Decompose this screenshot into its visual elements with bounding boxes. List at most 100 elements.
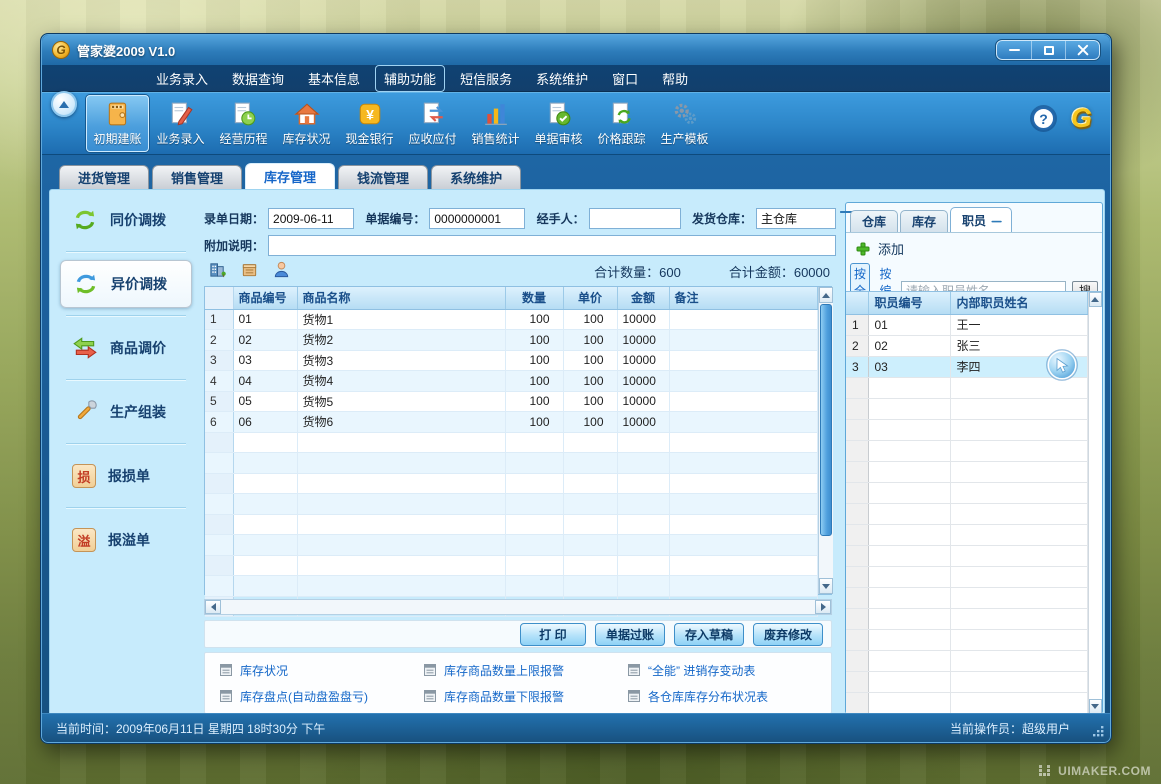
item-amount: 10000 xyxy=(617,391,669,412)
report-link[interactable]: 库存商品数量上限报警 xyxy=(423,662,627,679)
toolbar-cash-bank-button[interactable]: ¥ 现金银行 xyxy=(338,95,401,152)
scroll-down-button[interactable] xyxy=(1089,699,1103,714)
warehouse-mini-icon[interactable] xyxy=(208,260,227,279)
toolbar-receivable-payable-button[interactable]: 应收应付 xyxy=(401,95,464,152)
empty-row xyxy=(846,461,1087,482)
menu-item[interactable]: 数据查询 xyxy=(223,65,293,92)
item-row[interactable]: 6 06 货物6 100 100 10000 xyxy=(205,412,817,433)
handler-input[interactable] xyxy=(589,208,681,229)
item-row[interactable]: 5 05 货物5 100 100 10000 xyxy=(205,391,817,412)
menu-item[interactable]: 业务录入 xyxy=(147,65,217,92)
vertical-scrollbar[interactable] xyxy=(818,287,833,594)
report-link[interactable]: 库存商品数量下限报警 xyxy=(423,688,627,705)
discard-changes-button[interactable]: 废弃修改 xyxy=(753,623,823,646)
report-link[interactable]: 各仓库库存分布状况表 xyxy=(627,688,831,705)
report-link[interactable]: “全能” 进销存变动表 xyxy=(627,662,831,679)
toolbar-initial-setup-button[interactable]: 初期建账 xyxy=(86,95,149,152)
save-draft-button[interactable]: 存入草稿 xyxy=(674,623,744,646)
module-tab[interactable]: 系统维护 xyxy=(431,165,521,189)
toolbar-history-button[interactable]: 经营历程 xyxy=(212,95,275,152)
staff-mini-icon[interactable] xyxy=(272,260,291,279)
scroll-right-button[interactable] xyxy=(815,600,831,614)
sidebar-item-diff-price-transfer[interactable]: 异价调拨 xyxy=(60,260,192,308)
empty-row xyxy=(205,453,817,474)
empty-row xyxy=(846,608,1087,629)
empty-row xyxy=(205,473,817,494)
stock-box-mini-icon[interactable] xyxy=(240,260,259,279)
report-link[interactable]: 库存状况 xyxy=(219,662,423,679)
report-link[interactable]: 库存盘点(自动盘盈盘亏) xyxy=(219,688,423,705)
print-button[interactable]: 打 印 xyxy=(520,623,586,646)
module-tab[interactable]: 库存管理 xyxy=(245,163,335,189)
col-header-amount[interactable]: 金额 xyxy=(617,287,669,309)
empty-row xyxy=(846,482,1087,503)
menu-item[interactable]: 短信服务 xyxy=(451,65,521,92)
sidebar-item-reprice[interactable]: 商品调价 xyxy=(60,324,192,372)
item-qty: 100 xyxy=(505,391,563,412)
menu-item[interactable]: 帮助 xyxy=(653,65,697,92)
note-input[interactable] xyxy=(268,235,836,256)
scrollbar-thumb[interactable] xyxy=(820,304,832,536)
toolbar-button-label: 业务录入 xyxy=(156,130,204,147)
toolbar-doc-audit-button[interactable]: 单据审核 xyxy=(527,95,590,152)
maximize-button[interactable] xyxy=(1031,41,1065,59)
item-row[interactable]: 4 04 货物4 100 100 10000 xyxy=(205,371,817,392)
item-row[interactable]: 2 02 货物2 100 100 10000 xyxy=(205,330,817,351)
toolbar-button-label: 销售统计 xyxy=(471,130,519,147)
sidebar-item-same-price-transfer[interactable]: 同价调拨 xyxy=(60,196,192,244)
staff-header-row: 职员编号 内部职员姓名 xyxy=(846,292,1087,314)
toolbar-stock-status-button[interactable]: 库存状况 xyxy=(275,95,338,152)
collapse-toolbar-button[interactable] xyxy=(51,91,77,117)
item-row[interactable]: 1 01 货物1 100 100 10000 xyxy=(205,309,817,330)
doc-no-input[interactable] xyxy=(429,208,525,229)
item-note xyxy=(669,391,817,412)
close-button[interactable] xyxy=(1065,41,1099,59)
col-header-name[interactable]: 商品名称 xyxy=(297,287,505,309)
tab-label: 库存 xyxy=(912,213,936,230)
app-logo-icon: G xyxy=(52,41,70,59)
scroll-up-button[interactable] xyxy=(819,287,833,303)
help-icon[interactable]: ? xyxy=(1032,107,1055,130)
toolbar-button-label: 现金银行 xyxy=(345,130,393,147)
menu-item[interactable]: 基本信息 xyxy=(299,65,369,92)
col-header-staff-code[interactable]: 职员编号 xyxy=(868,292,950,314)
module-tab[interactable]: 销售管理 xyxy=(152,165,242,189)
toolbar-sales-stats-button[interactable]: 销售统计 xyxy=(464,95,527,152)
menu-item[interactable]: 窗口 xyxy=(603,65,647,92)
sidebar-item-assembly[interactable]: 生产组装 xyxy=(60,388,192,436)
col-header-qty[interactable]: 数量 xyxy=(505,287,563,309)
toolbar-business-entry-button[interactable]: 业务录入 xyxy=(149,95,212,152)
warehouse-input[interactable] xyxy=(756,208,836,229)
col-header-staff-name[interactable]: 内部职员姓名 xyxy=(950,292,1087,314)
resize-grip[interactable] xyxy=(1092,725,1105,738)
sidebar-item-overflow-report[interactable]: 溢 报溢单 xyxy=(60,516,192,564)
menu-item[interactable]: 系统维护 xyxy=(527,65,597,92)
date-input[interactable] xyxy=(268,208,354,229)
scroll-down-button[interactable] xyxy=(819,578,833,594)
toolbar-price-tracking-button[interactable]: 价格跟踪 xyxy=(590,95,653,152)
module-tab[interactable]: 钱流管理 xyxy=(338,165,428,189)
horizontal-scrollbar[interactable] xyxy=(204,599,832,615)
col-header-price[interactable]: 单价 xyxy=(563,287,617,309)
add-staff-button[interactable]: 添加 xyxy=(856,239,904,258)
minimize-button[interactable] xyxy=(997,41,1031,59)
staff-row[interactable]: 1 01 王一 xyxy=(846,314,1087,335)
row-number: 6 xyxy=(205,412,233,433)
empty-row xyxy=(205,555,817,576)
tab-stock[interactable]: 库存 xyxy=(900,210,948,232)
tab-staff[interactable]: 职员 xyxy=(950,207,1012,232)
item-row[interactable]: 3 03 货物3 100 100 10000 xyxy=(205,350,817,371)
col-header-note[interactable]: 备注 xyxy=(669,287,817,309)
menu-item[interactable]: 辅助功能 xyxy=(375,65,445,92)
col-header-code[interactable]: 商品编号 xyxy=(233,287,297,309)
scroll-up-button[interactable] xyxy=(1089,292,1103,307)
scroll-left-button[interactable] xyxy=(205,600,221,614)
tab-close-icon[interactable] xyxy=(992,217,998,223)
sidebar-item-loss-report[interactable]: 损 报损单 xyxy=(60,452,192,500)
staff-vertical-scrollbar[interactable] xyxy=(1088,292,1103,714)
toolbar: 初期建账 业务录入 经营历程 库存状况 ¥ 现金银行 应收应付 销售统计 单据审 xyxy=(42,92,1110,155)
tab-warehouse[interactable]: 仓库 xyxy=(850,210,898,232)
post-document-button[interactable]: 单据过账 xyxy=(595,623,665,646)
module-tab[interactable]: 进货管理 xyxy=(59,165,149,189)
toolbar-production-template-button[interactable]: 生产模板 xyxy=(653,95,716,152)
